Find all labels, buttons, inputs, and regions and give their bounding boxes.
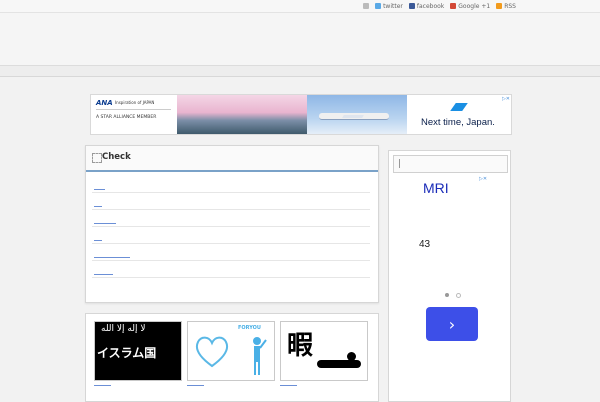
text-cursor bbox=[399, 159, 400, 168]
list-item bbox=[92, 176, 370, 193]
card-title: イスラム国 bbox=[97, 346, 157, 360]
rss-icon bbox=[496, 3, 503, 9]
ad-title: MRI bbox=[423, 180, 449, 196]
list-item bbox=[92, 193, 370, 210]
check-panel-title: Check bbox=[102, 152, 131, 162]
whiteday-card[interactable]: FORYOU bbox=[187, 321, 275, 381]
card-caption-link[interactable] bbox=[187, 385, 204, 386]
card-caption-link[interactable] bbox=[94, 385, 111, 386]
hima-kanji: 暇 bbox=[287, 331, 314, 361]
chevron-right-icon: › bbox=[448, 314, 456, 334]
ana-logo: ANA bbox=[96, 99, 113, 107]
nav-strip bbox=[0, 66, 600, 77]
arabic-text: لا إله إلا الله bbox=[101, 324, 146, 334]
check-list bbox=[92, 176, 370, 278]
sidebar-search[interactable] bbox=[393, 155, 508, 173]
carousel-dot[interactable] bbox=[456, 293, 461, 298]
adchoices-icon[interactable]: ▷✕ bbox=[502, 96, 510, 102]
ad-headline: Next time, Japan. bbox=[421, 117, 495, 128]
google-plus-link[interactable]: Google +1 bbox=[450, 3, 490, 10]
foryou-label: FORYOU bbox=[238, 325, 261, 331]
sidebar: ▷✕ MRI 43 › bbox=[388, 150, 511, 402]
check-panel: Check bbox=[85, 145, 379, 303]
list-item bbox=[92, 244, 370, 261]
list-item-link[interactable] bbox=[94, 206, 102, 207]
card-caption-link[interactable] bbox=[280, 385, 297, 386]
list-item-link[interactable] bbox=[94, 223, 116, 224]
list-item bbox=[92, 261, 370, 278]
adchoices-icon[interactable]: ▷✕ bbox=[479, 176, 487, 182]
hima-card[interactable]: 暇 bbox=[280, 321, 368, 381]
ana-ad-banner[interactable]: ANA Inspiration of JAPAN A STAR ALLIANCE… bbox=[90, 94, 512, 135]
check-panel-header: Check bbox=[86, 146, 378, 172]
rss-link[interactable]: RSS bbox=[496, 3, 516, 10]
heart-icon bbox=[195, 336, 229, 368]
ad-next-button[interactable]: › bbox=[426, 307, 478, 341]
social-links: twitter facebook Google +1 RSS bbox=[363, 0, 516, 12]
cherry-blossom-photo bbox=[177, 95, 307, 134]
thumbnail-cards: لا إله إلا الله イスラム国 FORYOU 暇 bbox=[85, 313, 379, 402]
carousel-dot-active[interactable] bbox=[445, 293, 449, 297]
google-plus-icon bbox=[450, 3, 457, 9]
facebook-icon bbox=[408, 3, 415, 9]
list-item-link[interactable] bbox=[94, 189, 105, 190]
star-alliance-text: A STAR ALLIANCE MEMBER bbox=[96, 115, 157, 120]
list-item-link[interactable] bbox=[94, 274, 113, 275]
ana-tagline: Inspiration of JAPAN bbox=[115, 100, 155, 105]
facebook-link[interactable]: facebook bbox=[408, 3, 444, 10]
home-icon[interactable] bbox=[363, 3, 370, 9]
site-header bbox=[0, 13, 600, 66]
islamic-state-card[interactable]: لا إله إلا الله イスラム国 bbox=[94, 321, 182, 381]
lying-person-icon bbox=[317, 360, 361, 368]
top-bar: twitter facebook Google +1 RSS bbox=[0, 0, 600, 13]
list-item bbox=[92, 210, 370, 227]
mri-ad[interactable]: ▷✕ MRI 43 › bbox=[395, 176, 487, 401]
twitter-link[interactable]: twitter bbox=[375, 3, 403, 10]
twitter-icon bbox=[375, 3, 382, 9]
list-item-link[interactable] bbox=[94, 257, 130, 258]
check-icon bbox=[92, 153, 102, 163]
person-icon bbox=[253, 337, 267, 375]
ad-number: 43 bbox=[419, 239, 431, 250]
list-item bbox=[92, 227, 370, 244]
list-item-link[interactable] bbox=[94, 240, 102, 241]
